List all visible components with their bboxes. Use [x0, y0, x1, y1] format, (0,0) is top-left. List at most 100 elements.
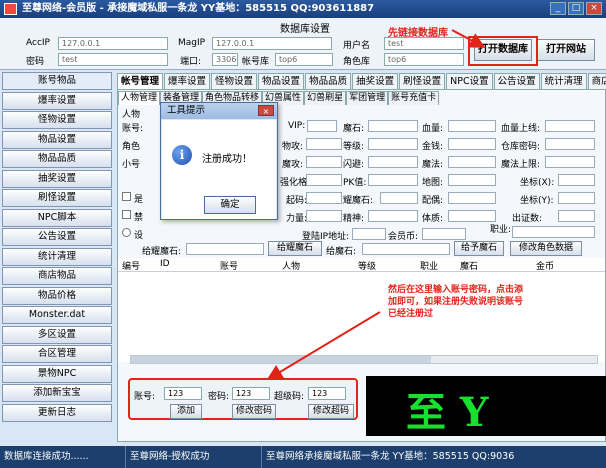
mana-max-input[interactable]	[545, 156, 595, 168]
reg-account-input[interactable]: 123	[164, 387, 202, 400]
base-code-input[interactable]	[306, 192, 342, 204]
col-level[interactable]: 等级	[358, 259, 376, 272]
hp-max-input[interactable]	[545, 120, 595, 132]
col-class[interactable]: 职业	[420, 259, 438, 272]
coord-y-input[interactable]	[558, 192, 595, 204]
give-shine-button[interactable]: 给耀魔石	[268, 241, 322, 256]
radio-setting[interactable]	[122, 228, 131, 237]
role-db-input[interactable]: top6	[384, 53, 464, 66]
gold-label: 金钱:	[422, 142, 444, 152]
class-select[interactable]	[512, 226, 595, 238]
subtab-legion[interactable]: 军团管理	[346, 91, 389, 105]
subtab-pet-star[interactable]: 幻兽刷星	[304, 91, 347, 105]
reg-super-input[interactable]: 123	[308, 387, 346, 400]
sidebar-item-price[interactable]: 物品价格	[2, 286, 112, 305]
sidebar-item-monster[interactable]: 怪物设置	[2, 111, 112, 129]
sidebar-item-lottery[interactable]: 抽奖设置	[2, 169, 112, 188]
give-shine-input[interactable]	[186, 243, 264, 255]
sidebar-item-multi-zone[interactable]: 多区设置	[2, 325, 112, 344]
phys-atk-input[interactable]	[306, 138, 342, 150]
magic-stone-input[interactable]	[368, 120, 418, 132]
dodge-input[interactable]	[368, 156, 418, 168]
open-website-button[interactable]: 打开网站	[537, 39, 595, 61]
scroll-thumb[interactable]	[131, 356, 431, 363]
col-gold[interactable]: 金币	[536, 259, 554, 272]
maximize-button[interactable]: □	[568, 2, 584, 15]
account-table-body[interactable]	[118, 272, 605, 362]
sidebar-item-spawn[interactable]: 刷怪设置	[2, 189, 112, 207]
sidebar-item-items[interactable]: 物品设置	[2, 130, 112, 149]
magip-input[interactable]: 127.0.0.1	[212, 37, 332, 50]
sidebar-item-merge-zone[interactable]: 合区管理	[2, 345, 112, 363]
member-coin-input[interactable]	[422, 228, 466, 240]
col-number[interactable]: 编号	[122, 259, 140, 272]
checkbox-yes[interactable]	[122, 192, 131, 201]
dialog-ok-button[interactable]: 确定	[204, 196, 256, 214]
checkbox-ban[interactable]	[122, 210, 131, 219]
table-hscrollbar[interactable]	[130, 355, 598, 364]
hp-input[interactable]	[448, 120, 496, 132]
db-password-input[interactable]: test	[58, 53, 168, 66]
change-password-button[interactable]: 修改密码	[232, 404, 276, 419]
shine-stone-input[interactable]	[380, 192, 418, 204]
dialog-close-button[interactable]: ×	[258, 105, 274, 116]
level-input[interactable]	[368, 138, 418, 150]
constitution-input[interactable]	[448, 210, 496, 222]
tab-account-manage[interactable]: 帐号管理	[117, 73, 164, 89]
accip-input[interactable]: 127.0.0.1	[58, 37, 168, 50]
sidebar-item-add-pet[interactable]: 添加新宝宝	[2, 384, 112, 402]
tab-announce[interactable]: 公告设置	[493, 73, 540, 89]
change-super-button[interactable]: 修改超码	[308, 404, 354, 419]
enhance-input[interactable]	[306, 174, 342, 186]
sidebar-item-account-items[interactable]: 账号物品	[2, 72, 112, 90]
tab-shop[interactable]: 商店物品	[587, 73, 606, 89]
col-character[interactable]: 人物	[282, 259, 300, 272]
add-account-button[interactable]: 添加	[170, 404, 202, 419]
sidebar-item-drop-rate[interactable]: 爆率设置	[2, 91, 112, 110]
col-magic-stone[interactable]: 魔石	[460, 259, 478, 272]
annotation-register: 然后在这里输入账号密码，点击添加即可，如果注册失败说明该账号已经注册过	[388, 285, 524, 319]
sidebar-item-stats[interactable]: 统计清理	[2, 247, 112, 266]
tab-monster[interactable]: 怪物设置	[211, 73, 258, 89]
give-magic-button[interactable]: 给予魔石	[454, 241, 504, 256]
spirit-input[interactable]	[368, 210, 418, 222]
port-input[interactable]: 3306	[212, 53, 238, 66]
warehouse-pwd-input[interactable]	[545, 138, 595, 150]
give-magic-input[interactable]	[362, 243, 450, 255]
subtab-character[interactable]: 人物管理	[118, 91, 161, 105]
map-input[interactable]	[448, 174, 496, 186]
promo-banner: 至 Y	[366, 376, 606, 436]
reg-password-input[interactable]: 123	[232, 387, 270, 400]
cert-count-input[interactable]	[558, 210, 595, 222]
sidebar-item-npc-script[interactable]: NPC脚本	[2, 208, 112, 227]
sidebar-item-changelog[interactable]: 更新日志	[2, 403, 112, 422]
tab-stats[interactable]: 统计清理	[540, 73, 587, 89]
tab-npc[interactable]: NPC设置	[446, 73, 493, 89]
minimize-button[interactable]: _	[550, 2, 566, 15]
tab-spawn[interactable]: 刷怪设置	[399, 73, 446, 89]
subtab-recharge[interactable]: 账号充值卡	[388, 91, 440, 105]
col-account[interactable]: 账号	[220, 259, 238, 272]
sidebar-item-scene-npc[interactable]: 景物NPC	[2, 364, 112, 383]
gold-input[interactable]	[448, 138, 496, 150]
strength-input[interactable]	[306, 210, 342, 222]
spouse-input[interactable]	[448, 192, 496, 204]
edit-role-button[interactable]: 修改角色数据	[510, 241, 582, 256]
login-ip-input[interactable]	[352, 228, 386, 240]
sidebar-item-announce[interactable]: 公告设置	[2, 228, 112, 246]
sidebar-item-monster-dat[interactable]: Monster.dat	[2, 306, 112, 324]
magic-atk-input[interactable]	[306, 156, 342, 168]
account-db-input[interactable]: top6	[275, 53, 333, 66]
tab-items[interactable]: 物品设置	[258, 73, 305, 89]
sidebar-item-quality[interactable]: 物品品质	[2, 150, 112, 168]
coord-x-input[interactable]	[558, 174, 595, 186]
mana-input[interactable]	[448, 156, 496, 168]
sidebar-item-shop[interactable]: 商店物品	[2, 267, 112, 285]
close-window-button[interactable]: ×	[586, 2, 602, 15]
pk-input[interactable]	[368, 174, 418, 186]
vip-select[interactable]	[307, 120, 337, 132]
tab-quality[interactable]: 物品品质	[305, 73, 352, 89]
tab-lottery[interactable]: 抽奖设置	[352, 73, 399, 89]
col-id[interactable]: ID	[160, 259, 170, 269]
tab-drop-rate[interactable]: 爆率设置	[164, 73, 211, 89]
